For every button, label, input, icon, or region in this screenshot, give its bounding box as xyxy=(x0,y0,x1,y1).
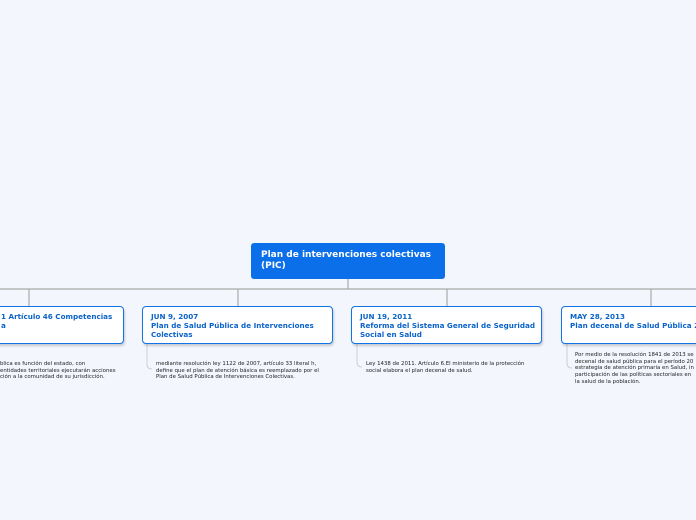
note-line: blica es función del estado, con xyxy=(0,361,86,367)
topic-note-plan-salud-publica: mediante resolución ley 1122 de 2007, ar… xyxy=(156,361,319,381)
note-connector-2 xyxy=(146,344,153,370)
topic-node-articulo-46[interactable]: 1 Artículo 46 Competencias a xyxy=(0,306,124,344)
note-line: participación de las políticas sectorial… xyxy=(575,372,692,379)
mind-map-canvas: Plan de intervenciones colectivas (PIC) … xyxy=(0,0,696,520)
topic-date: MAY 28, 2013 xyxy=(570,312,625,321)
note-connector-4 xyxy=(566,344,573,369)
topic-title-line-2: a xyxy=(1,321,6,330)
note-line: Plan de Salud Pública de Intervenciones … xyxy=(156,374,295,381)
central-title-line-1: Plan de intervenciones colectivas xyxy=(261,250,432,260)
topic-note-plan-decenal: Por medio de la resolución 1841 de 2013 … xyxy=(575,352,694,386)
central-title-line-2: (PIC) xyxy=(261,261,286,271)
topic-title-line-1: Plan decenal de Salud Pública 20 xyxy=(570,321,696,330)
note-line: Por medio de la resolución 1841 de 2013 … xyxy=(575,352,694,358)
topic-node-reforma-sistema[interactable]: JUN 19, 2011 Reforma del Sistema General… xyxy=(351,306,542,344)
topic-node-plan-decenal[interactable]: MAY 28, 2013 Plan decenal de Salud Públi… xyxy=(561,306,696,344)
topic-title-line-2: Colectivas xyxy=(151,330,193,339)
note-line: mediante resolución ley 1122 de 2007, ar… xyxy=(156,361,317,367)
topic-title-line-2: Social en Salud xyxy=(360,330,422,339)
topic-node-plan-salud-publica[interactable]: JUN 9, 2007 Plan de Salud Pública de Int… xyxy=(142,306,333,344)
topic-date: JUN 19, 2011 xyxy=(360,312,413,321)
central-topic[interactable]: Plan de intervenciones colectivas (PIC) xyxy=(251,243,445,279)
note-line: Ley 1438 de 2011. Artículo 6.El minister… xyxy=(366,361,525,367)
topic-date: JUN 9, 2007 xyxy=(151,312,199,321)
topic-note-articulo-46: blica es función del estado, con entidad… xyxy=(0,361,116,381)
topic-title-line-1: Reforma del Sistema General de Seguridad xyxy=(360,321,536,330)
topic-title-line-1: Plan de Salud Pública de Intervenciones xyxy=(151,321,314,330)
topic-note-reforma-sistema: Ley 1438 de 2011. Artículo 6.El minister… xyxy=(366,361,524,374)
note-connector-3 xyxy=(356,344,363,368)
topic-title-line-1: 1 Artículo 46 Competencias xyxy=(1,312,113,321)
note-line: la salud de la población. xyxy=(575,378,641,385)
note-line: social elabora el plan decenal de salud. xyxy=(366,367,473,374)
note-line: ción a la comunidad de su jurisdicción. xyxy=(0,374,105,381)
